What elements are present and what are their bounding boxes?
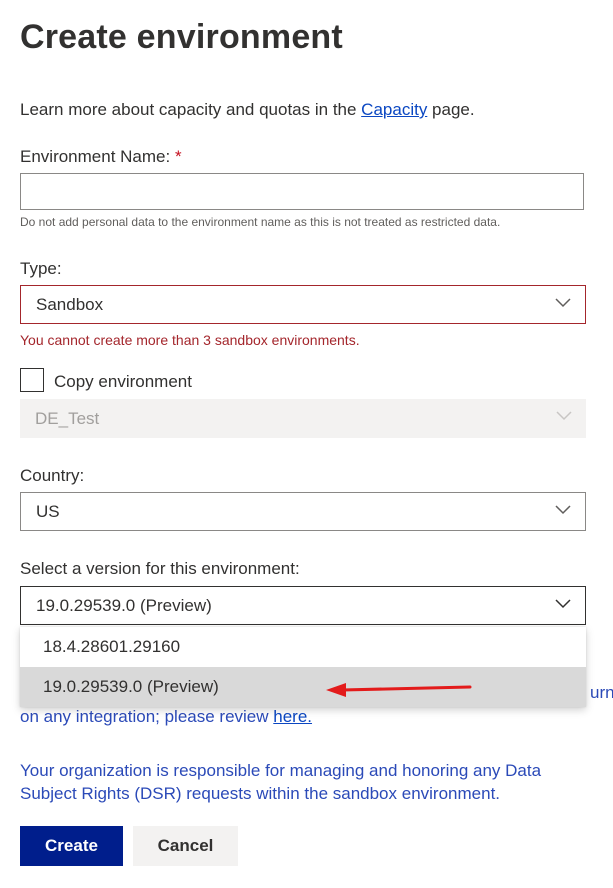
capacity-intro: Learn more about capacity and quotas in …	[20, 100, 475, 120]
type-error-message: You cannot create more than 3 sandbox en…	[20, 332, 360, 348]
notice-line: on any integration; please review here.	[20, 705, 312, 728]
copy-source-value: DE_Test	[35, 408, 100, 428]
type-value: Sandbox	[36, 294, 104, 314]
version-option[interactable]: 18.4.28601.29160	[20, 627, 586, 667]
page-title: Create environment	[20, 18, 343, 56]
chevron-down-icon	[556, 411, 572, 421]
version-options-list: 18.4.28601.29160 19.0.29539.0 (Preview)	[20, 627, 586, 707]
capacity-link[interactable]: Capacity	[361, 100, 427, 119]
intro-text-end: page.	[427, 100, 475, 119]
intro-text: Learn more about capacity and quotas in …	[20, 100, 362, 119]
version-option-selected[interactable]: 19.0.29539.0 (Preview)	[20, 667, 586, 707]
here-link[interactable]: here.	[273, 707, 312, 726]
required-asterisk: *	[174, 147, 182, 166]
country-value: US	[36, 501, 60, 521]
copy-environment-label: Copy environment	[54, 372, 192, 391]
dsr-notice: Your organization is responsible for man…	[20, 761, 542, 803]
notice-partial-text: urn	[590, 683, 613, 702]
version-dropdown[interactable]: 19.0.29539.0 (Preview)	[20, 586, 586, 625]
version-value: 19.0.29539.0 (Preview)	[36, 595, 212, 615]
country-dropdown[interactable]: US	[20, 492, 586, 531]
chevron-down-icon	[555, 298, 571, 308]
chevron-down-icon	[555, 599, 571, 609]
type-label: Type:	[20, 259, 62, 278]
copy-source-dropdown: DE_Test	[20, 399, 586, 438]
annotation-arrow-icon	[326, 683, 472, 697]
copy-environment-checkbox[interactable]	[20, 368, 44, 392]
notice-text: on any integration; please review	[20, 707, 274, 726]
chevron-down-icon	[555, 505, 571, 515]
cancel-button[interactable]: Cancel	[133, 826, 238, 866]
environment-name-input[interactable]	[20, 173, 584, 210]
country-label: Country:	[20, 466, 85, 485]
environment-name-hint: Do not add personal data to the environm…	[20, 215, 501, 229]
create-button[interactable]: Create	[20, 826, 123, 866]
version-label: Select a version for this environment:	[20, 559, 300, 578]
type-dropdown[interactable]: Sandbox	[20, 285, 586, 324]
environment-name-label-text: Environment Name:	[20, 147, 171, 166]
environment-name-label: Environment Name: *	[20, 147, 182, 167]
